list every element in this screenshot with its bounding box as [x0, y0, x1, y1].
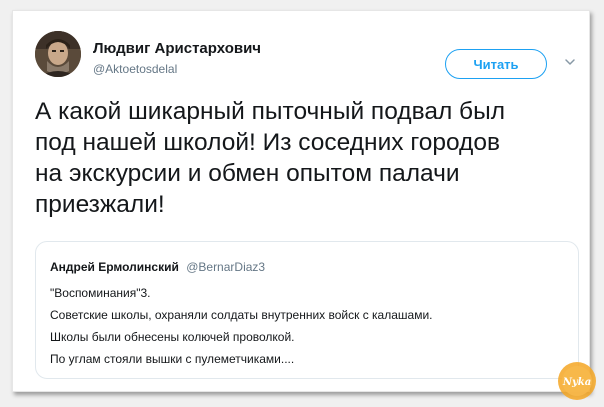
quoted-line: По углам стояли вышки с пулеметчиками...…	[50, 352, 295, 366]
tweet-line: под нашей школой! Из соседних городов	[35, 129, 500, 156]
quoted-line: Школы были обнесены колючей проволкой.	[50, 330, 295, 344]
quoted-tweet[interactable]: Андрей Ермолинский @BernarDiaz3 "Воспоми…	[35, 241, 579, 379]
tweet-text: А какой шикарный пыточный подвал был под…	[35, 96, 575, 220]
tweet-line: А какой шикарный пыточный подвал был	[35, 98, 505, 125]
svg-text:Nyka: Nyka	[562, 377, 591, 388]
quoted-author-handle: @BernarDiaz3	[186, 260, 266, 274]
quoted-header: Андрей Ермолинский @BernarDiaz3	[50, 260, 265, 274]
author-handle[interactable]: @Aktoetosdelal	[93, 62, 177, 76]
tweet-card: Людвиг Аристархович @Aktoetosdelal Читат…	[12, 10, 596, 400]
watermark-logo: Nyka	[556, 360, 598, 402]
tweet-line: приезжали!	[35, 191, 165, 218]
quoted-line: "Воспоминания"3.	[50, 286, 151, 300]
quoted-line: Советские школы, охраняли солдаты внутре…	[50, 308, 433, 322]
tweet-line: на экскурсии и обмен опытом палачи	[35, 160, 460, 187]
quoted-author-name: Андрей Ермолинский	[50, 260, 179, 274]
author-name[interactable]: Людвиг Аристархович	[93, 40, 261, 57]
avatar[interactable]	[35, 31, 81, 77]
follow-button[interactable]: Читать	[445, 49, 547, 79]
chevron-down-icon[interactable]	[563, 55, 577, 69]
